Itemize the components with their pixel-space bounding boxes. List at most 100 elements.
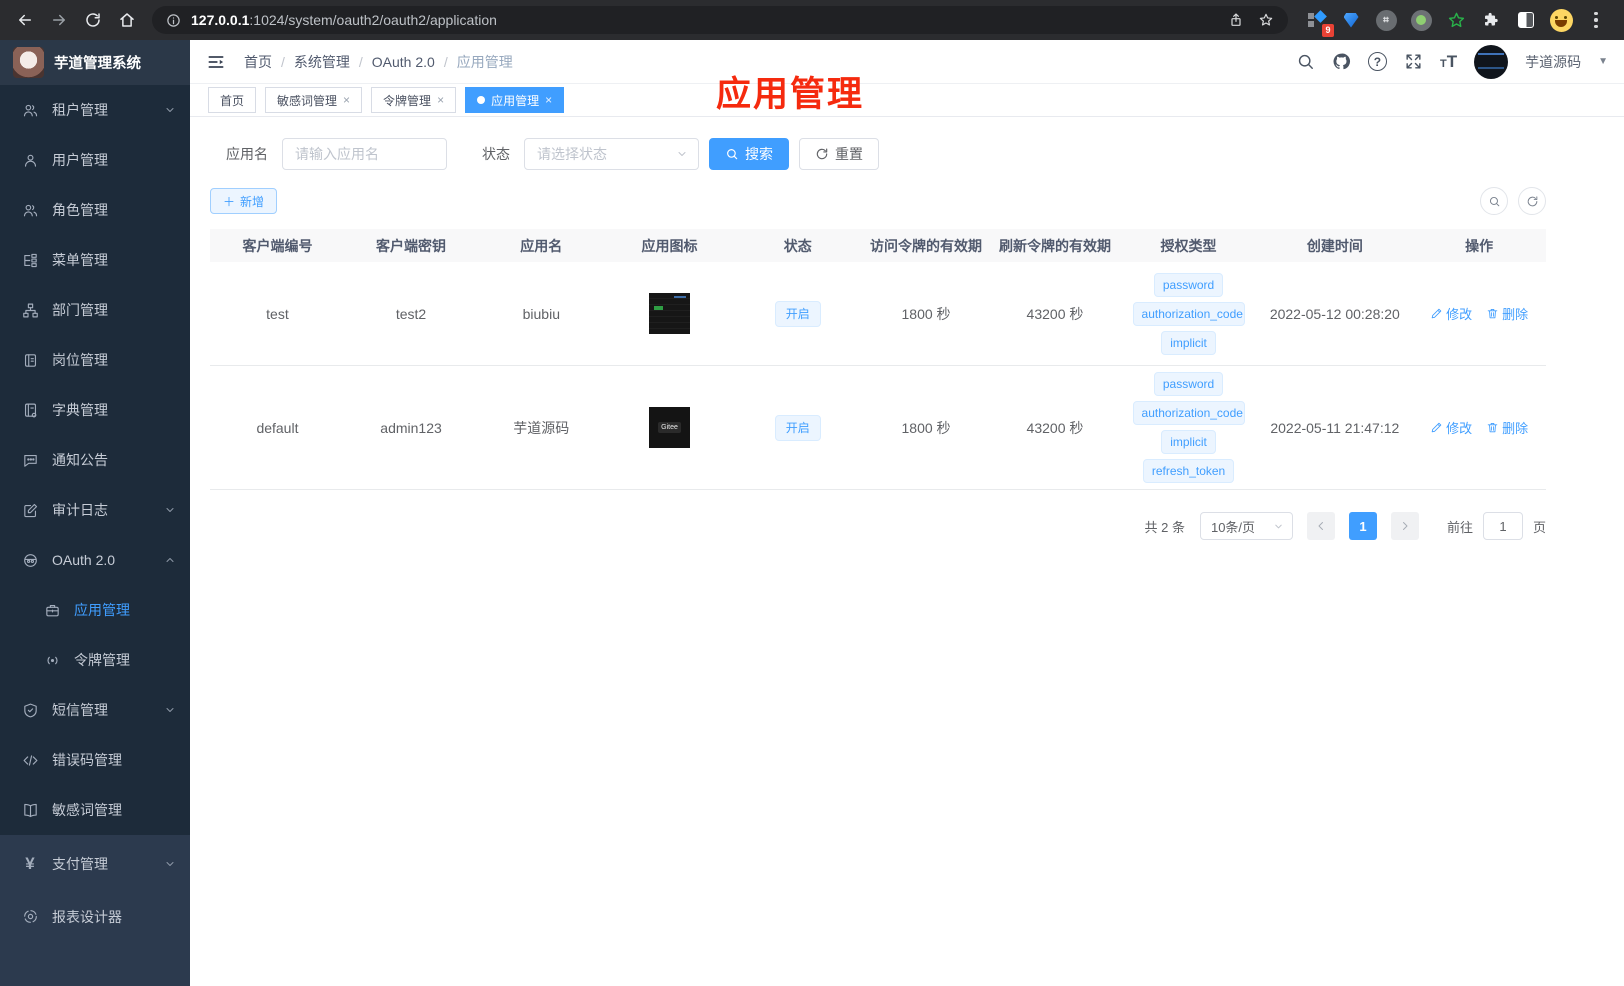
edit-link[interactable]: 修改 xyxy=(1430,304,1472,323)
proxy-extension-icon[interactable]: 9 xyxy=(1304,8,1334,37)
sidebar-item-pay[interactable]: ¥ 支付管理 xyxy=(0,837,190,890)
github-icon[interactable] xyxy=(1332,52,1351,71)
breadcrumb-system[interactable]: 系统管理 xyxy=(294,52,350,72)
tab-bar: 首页 敏感词管理 × 令牌管理 × 应用管理 × xyxy=(190,84,1624,117)
close-icon[interactable]: × xyxy=(343,94,350,106)
grant-tag: password xyxy=(1153,372,1224,396)
command-extension-icon[interactable]: ⌗ xyxy=(1374,8,1398,32)
address-bar[interactable]: 127.0.0.1:1024/system/oauth2/oauth2/appl… xyxy=(152,6,1288,34)
edit-icon xyxy=(1431,422,1442,433)
gem-extension-icon[interactable] xyxy=(1339,8,1363,32)
tab-application[interactable]: 应用管理 × xyxy=(465,87,565,113)
sidebar-item-oauth-app[interactable]: 应用管理 xyxy=(0,585,190,635)
add-button[interactable]: ＋ 新增 xyxy=(210,188,278,214)
next-page-button[interactable] xyxy=(1390,512,1419,540)
recorder-extension-icon[interactable] xyxy=(1409,8,1433,32)
user-name[interactable]: 芋道源码 xyxy=(1525,52,1581,72)
grant-tag: refresh_token xyxy=(1142,459,1235,483)
refresh-table-button[interactable] xyxy=(1518,187,1546,215)
cell-refresh-ttl: 43200 秒 xyxy=(1026,419,1084,436)
home-icon[interactable] xyxy=(112,5,142,35)
sidebar-item-user[interactable]: 用户管理 xyxy=(0,135,190,185)
fullscreen-icon[interactable] xyxy=(1404,52,1423,71)
chevron-down-icon xyxy=(678,152,686,156)
tab-token[interactable]: 令牌管理 × xyxy=(371,87,457,113)
cell-refresh-ttl: 43200 秒 xyxy=(1026,305,1084,322)
sidebar-item-dept[interactable]: 部门管理 xyxy=(0,285,190,335)
breadcrumb: 首页 / 系统管理 / OAuth 2.0 / 应用管理 xyxy=(244,52,513,72)
page-number-button[interactable]: 1 xyxy=(1348,512,1377,540)
chevron-down-icon[interactable]: ▼ xyxy=(1598,56,1608,67)
user-icon xyxy=(21,152,39,169)
search-icon[interactable] xyxy=(1296,52,1315,71)
sidebar-item-sensitive[interactable]: 敏感词管理 xyxy=(0,785,190,835)
url-text[interactable]: 127.0.0.1:1024/system/oauth2/oauth2/appl… xyxy=(191,12,497,28)
sidebar-item-oauth-token[interactable]: 令牌管理 xyxy=(0,635,190,685)
edit-link[interactable]: 修改 xyxy=(1430,418,1472,437)
sidebar-item-tenant[interactable]: 租户管理 xyxy=(0,85,190,135)
users-icon xyxy=(21,202,39,219)
breadcrumb-oauth[interactable]: OAuth 2.0 xyxy=(372,54,435,70)
top-navbar: 首页 / 系统管理 / OAuth 2.0 / 应用管理 ? TT 芋道源码 ▼ xyxy=(190,40,1624,84)
refresh-icon xyxy=(1527,195,1537,206)
broadcast-icon xyxy=(43,652,61,669)
back-icon[interactable] xyxy=(10,5,40,35)
sidebar-item-role[interactable]: 角色管理 xyxy=(0,185,190,235)
app-name-label: 应用名 xyxy=(226,146,268,162)
sidebar-item-oauth[interactable]: OAuth 2.0 xyxy=(0,535,190,585)
page-size-select[interactable]: 10条/页 xyxy=(1199,512,1293,540)
breadcrumb-home[interactable]: 首页 xyxy=(244,52,272,72)
sidebar-item-dict[interactable]: 字典管理 xyxy=(0,385,190,435)
bookmark-star-icon[interactable] xyxy=(1258,12,1274,28)
close-icon[interactable]: × xyxy=(437,94,444,106)
site-info-icon[interactable] xyxy=(166,13,181,28)
grant-tag: authorization_code xyxy=(1132,301,1245,326)
reload-icon[interactable] xyxy=(78,5,108,35)
status-select[interactable]: 请选择状态 xyxy=(524,138,699,170)
app-title: 芋道管理系统 xyxy=(54,56,141,72)
delete-link[interactable]: 删除 xyxy=(1486,304,1528,323)
extensions-puzzle-icon[interactable] xyxy=(1479,8,1503,32)
cell-access-ttl: 1800 秒 xyxy=(901,419,951,436)
app-icon-image xyxy=(649,293,691,334)
plus-icon: ＋ xyxy=(223,194,236,209)
search-button[interactable]: 搜索 xyxy=(709,138,789,170)
star-extension-icon[interactable] xyxy=(1444,8,1468,32)
app-logo[interactable]: 芋道管理系统 xyxy=(0,40,190,85)
delete-link[interactable]: 删除 xyxy=(1486,418,1528,437)
forward-icon[interactable] xyxy=(44,5,74,35)
toggle-search-button[interactable] xyxy=(1480,187,1508,215)
sidebar-item-post[interactable]: 岗位管理 xyxy=(0,335,190,385)
log-edit-icon xyxy=(21,502,39,519)
app-name-input[interactable] xyxy=(282,138,447,170)
prev-page-button[interactable] xyxy=(1306,512,1335,540)
chevron-right-icon xyxy=(1402,522,1408,530)
grant-tag: implicit xyxy=(1161,430,1216,454)
sidebar-item-report[interactable]: 报表设计器 xyxy=(0,890,190,943)
font-size-icon[interactable]: TT xyxy=(1440,52,1457,72)
badge-icon xyxy=(21,352,39,369)
applications-table: 客户端编号 客户端密钥 应用名 应用图标 状态 访问令牌的有效期 刷新令牌的有效… xyxy=(210,229,1546,490)
emoji-profile-icon[interactable] xyxy=(1549,8,1573,32)
tab-home[interactable]: 首页 xyxy=(208,87,257,113)
sidebar-item-audit[interactable]: 审计日志 xyxy=(0,485,190,535)
sidebar-item-menu[interactable]: 菜单管理 xyxy=(0,235,190,285)
cell-grant-types: password authorization_code implicit xyxy=(1120,270,1258,357)
tab-sensitive[interactable]: 敏感词管理 × xyxy=(265,87,363,113)
split-view-icon[interactable] xyxy=(1514,8,1538,32)
collapse-menu-icon[interactable] xyxy=(206,52,226,72)
active-dot xyxy=(477,96,486,104)
avatar[interactable] xyxy=(1474,44,1509,79)
close-icon[interactable]: × xyxy=(545,94,552,106)
reset-button[interactable]: 重置 xyxy=(799,138,879,170)
goto-page-input[interactable] xyxy=(1482,512,1523,540)
sidebar-item-errcode[interactable]: 错误码管理 xyxy=(0,735,190,785)
help-icon[interactable]: ? xyxy=(1367,52,1387,71)
share-icon[interactable] xyxy=(1228,12,1244,28)
status-label: 状态 xyxy=(482,146,510,162)
browser-menu-icon[interactable] xyxy=(1584,8,1608,32)
sidebar-item-sms[interactable]: 短信管理 xyxy=(0,685,190,735)
goto-label: 前往 xyxy=(1446,519,1473,535)
page-content: 应用名 状态 请选择状态 搜索 重置 ＋ xyxy=(190,117,1624,986)
sidebar-item-notice[interactable]: 通知公告 xyxy=(0,435,190,485)
